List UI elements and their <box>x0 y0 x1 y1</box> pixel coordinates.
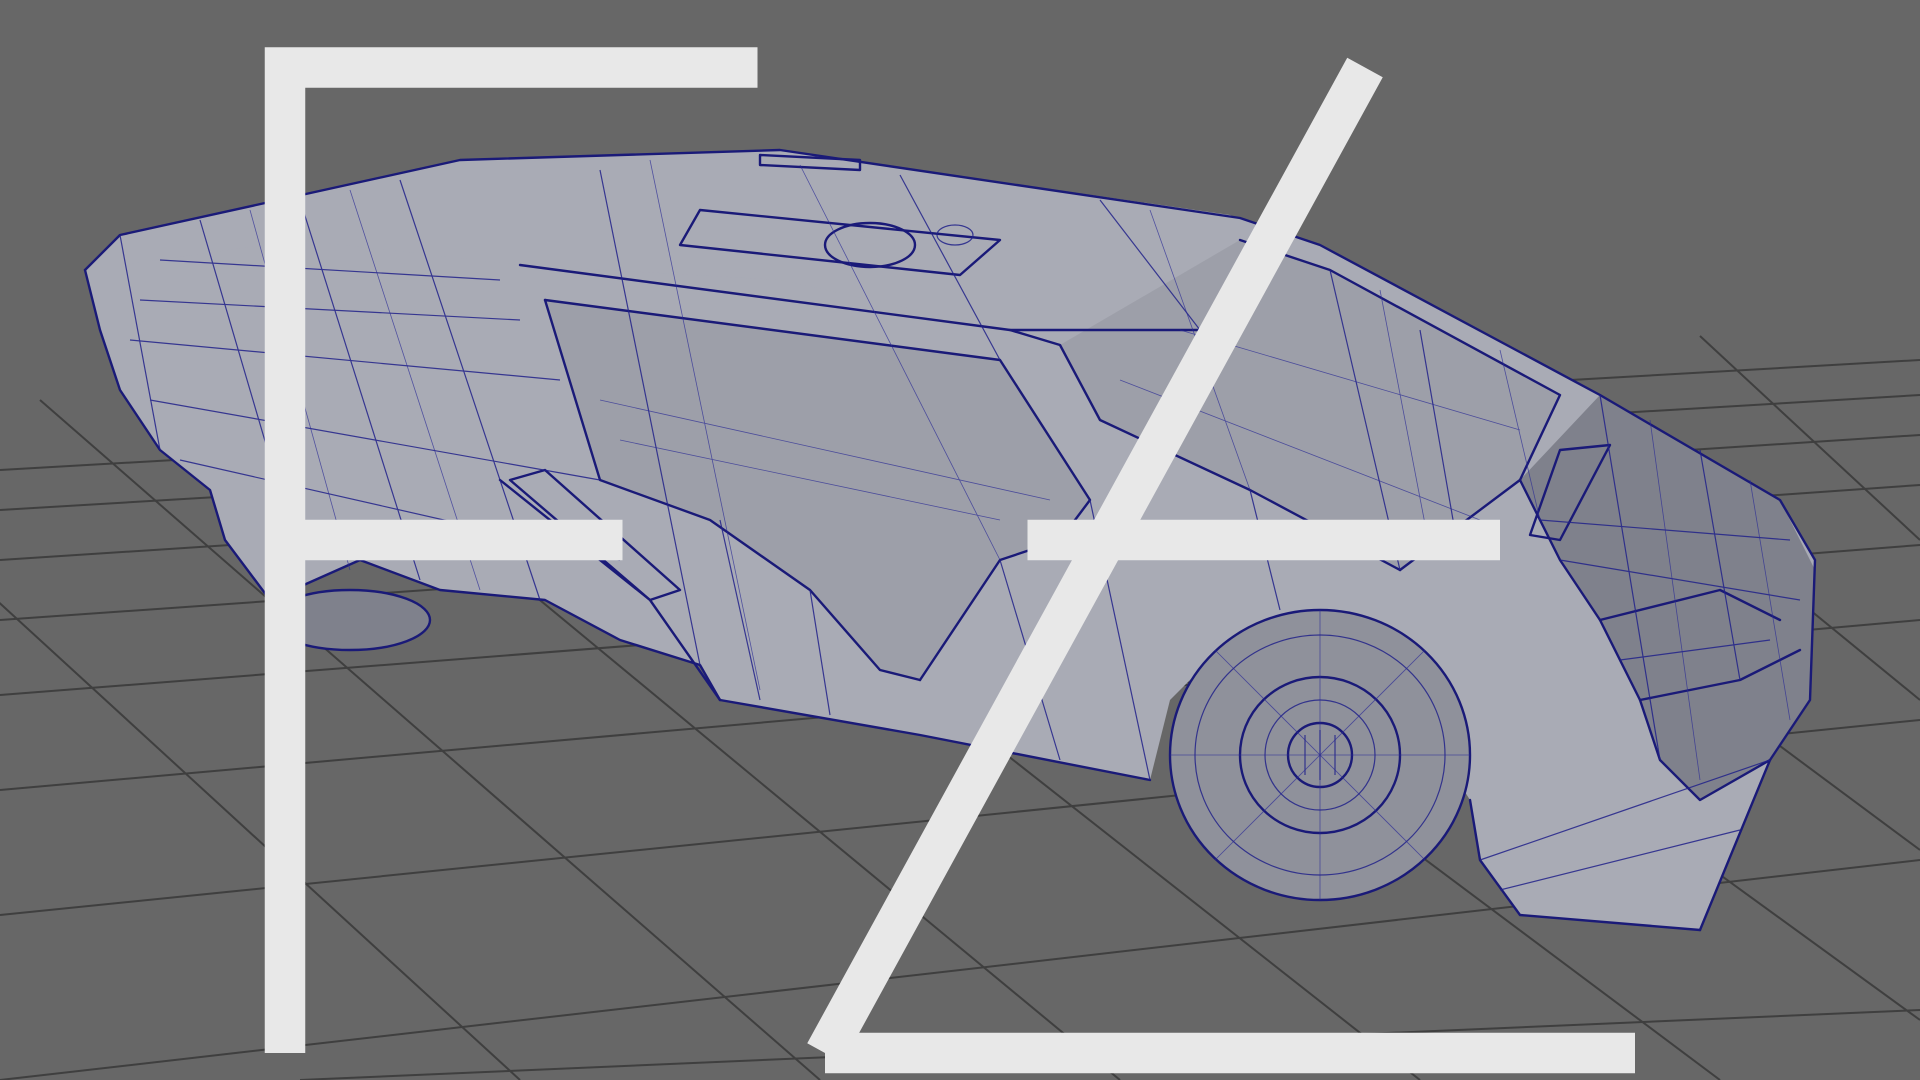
fe-logo-icon <box>264 47 1635 1074</box>
maya-3d-viewport[interactable] <box>0 0 1920 1080</box>
